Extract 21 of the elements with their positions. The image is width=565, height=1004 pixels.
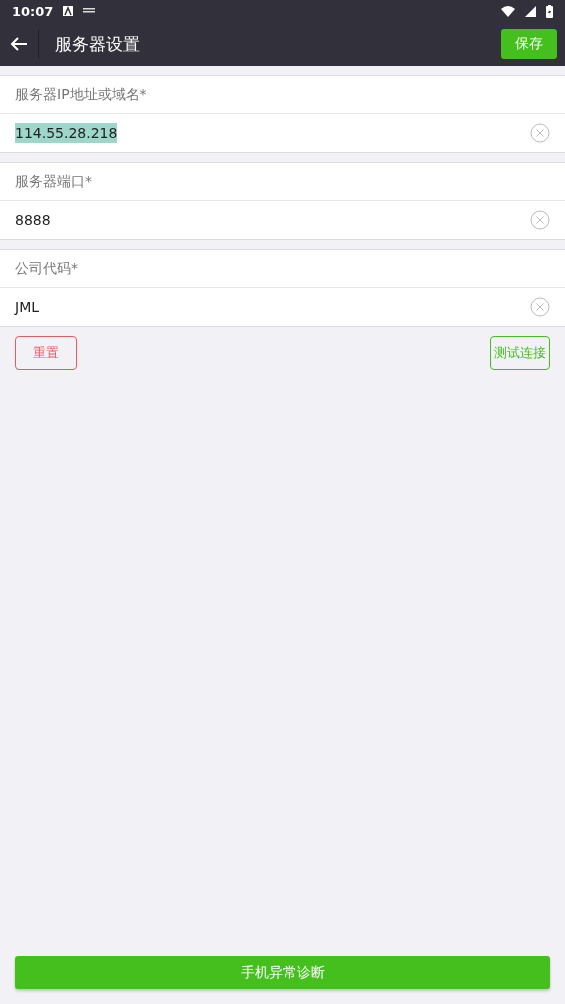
keyboard-icon — [83, 8, 96, 14]
field-label: 公司代码* — [15, 259, 78, 278]
field-label: 服务器端口* — [15, 172, 92, 191]
notification-icon — [63, 6, 74, 16]
clear-icon[interactable] — [530, 297, 550, 317]
wifi-icon — [501, 5, 515, 17]
diagnose-button[interactable]: 手机异常诊断 — [15, 956, 550, 989]
action-button[interactable]: 测试连接 — [490, 336, 550, 370]
clear-icon[interactable] — [530, 123, 550, 143]
save-button[interactable]: 保存 — [501, 29, 557, 59]
input-field[interactable]: 8888 — [15, 212, 530, 228]
input-field[interactable]: JML — [15, 299, 530, 315]
page-title: 服务器设置 — [55, 32, 141, 56]
input-field[interactable]: 114.55.28.218 — [15, 125, 530, 141]
field-label: 服务器IP地址或域名* — [15, 85, 147, 104]
action-button[interactable]: 重置 — [15, 336, 77, 370]
clear-icon[interactable] — [530, 210, 550, 230]
battery-icon — [546, 4, 553, 18]
back-arrow-icon[interactable] — [10, 36, 28, 52]
status-time: 10:07 — [12, 3, 54, 19]
signal-icon — [525, 5, 536, 17]
